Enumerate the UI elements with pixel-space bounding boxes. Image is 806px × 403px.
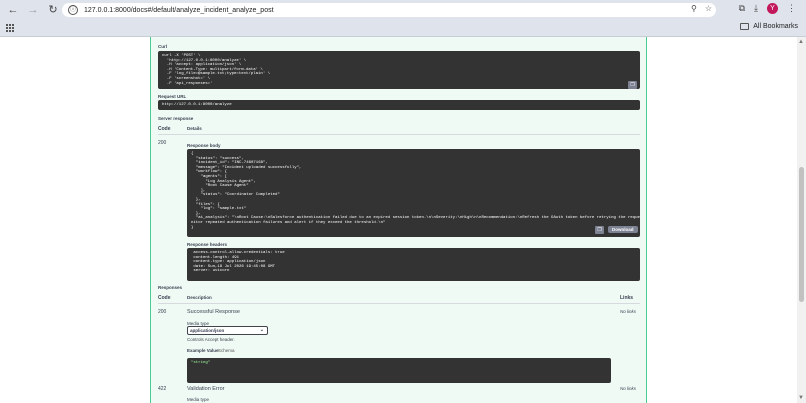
bookmark-star-icon[interactable]: ☆	[705, 4, 712, 13]
server-details-header: Details	[187, 126, 202, 131]
copy-body-icon[interactable]: ❐	[595, 226, 604, 234]
media-type-label-422: Media type	[187, 397, 210, 402]
reload-icon[interactable]: ↻	[46, 3, 60, 17]
forward-icon[interactable]: →	[26, 3, 40, 17]
tab-schema[interactable]: Schema	[218, 348, 235, 353]
controls-accept-note: Controls Accept header.	[187, 337, 235, 342]
example-value-text: "string"	[191, 361, 211, 365]
request-url-label: Request URL	[158, 94, 187, 99]
example-value-code: "string"	[187, 358, 611, 383]
bookmarks-bar: All Bookmarks	[0, 20, 806, 37]
menu-icon[interactable]: ⋮	[787, 3, 796, 14]
response-links-200: No links	[620, 309, 637, 314]
curl-label: Curl	[158, 44, 167, 49]
response-header-line: server: uvicorn	[191, 269, 230, 274]
copy-icon[interactable]: ❐	[628, 81, 637, 89]
response-body-label: Response body	[187, 143, 221, 148]
zoom-icon[interactable]: ⚲	[691, 4, 697, 13]
folder-icon	[740, 23, 750, 30]
responses-description-header: Description	[187, 295, 212, 300]
page-scrollbar[interactable]: ▲ ▼	[797, 37, 806, 403]
download-icon[interactable]: ⤓	[754, 3, 758, 14]
response-description-422: Validation Error	[187, 386, 225, 392]
apps-grid-icon[interactable]	[6, 24, 15, 33]
scroll-up-icon[interactable]: ▲	[798, 39, 804, 45]
all-bookmarks-label: All Bookmarks	[753, 23, 798, 30]
scroll-down-icon[interactable]: ▼	[798, 395, 804, 401]
request-url-value: http://127.0.0.1:8000/analyze	[158, 100, 640, 110]
page-content: Curl curl -X 'POST' \ 'http://127.0.0.1:…	[0, 37, 797, 403]
download-button[interactable]: Download	[608, 226, 638, 233]
server-code-header: Code	[158, 126, 171, 132]
address-bar[interactable]: ⓘ 127.0.0.1:8000/docs#/default/analyze_i…	[62, 3, 716, 17]
response-body-code: { "status": "success", "incident_id": "I…	[187, 149, 640, 237]
chevron-down-icon: ⌄	[259, 327, 264, 333]
divider	[158, 134, 640, 135]
response-links-422: No links	[620, 386, 637, 391]
curl-code-block: curl -X 'POST' \ 'http://127.0.0.1:8000/…	[158, 51, 640, 89]
server-response-code: 200	[158, 140, 167, 146]
avatar[interactable]: Y	[767, 3, 778, 14]
response-headers-code: access-control-allow-credentials: true c…	[187, 248, 640, 281]
responses-links-header: Links	[620, 295, 634, 301]
tab-example-value[interactable]: Example Value	[187, 348, 219, 353]
response-code-200: 200	[158, 309, 167, 315]
url-text: 127.0.0.1:8000/docs#/default/analyze_inc…	[84, 6, 274, 14]
media-type-value: application/json	[190, 328, 225, 333]
site-info-icon[interactable]: ⓘ	[68, 5, 78, 15]
server-response-label: Server response	[158, 116, 194, 121]
scrollbar-thumb[interactable]	[799, 167, 804, 302]
response-code-422: 422	[158, 386, 167, 392]
extensions-icon[interactable]: ⧉	[739, 3, 745, 14]
back-icon[interactable]: ←	[6, 3, 20, 17]
browser-toolbar: ← → ↻ ⓘ 127.0.0.1:8000/docs#/default/ana…	[0, 0, 806, 20]
response-body-line: }	[191, 225, 194, 230]
response-headers-label: Response headers	[187, 242, 228, 247]
responses-label: Responses	[158, 285, 183, 290]
media-type-select[interactable]: application/json ⌄	[187, 326, 268, 335]
response-description-200: Successful Response	[187, 309, 240, 315]
divider	[158, 303, 640, 304]
all-bookmarks-button[interactable]: All Bookmarks	[740, 23, 798, 30]
curl-line: -F 'api_responses='	[162, 81, 213, 86]
responses-code-header: Code	[158, 295, 171, 301]
